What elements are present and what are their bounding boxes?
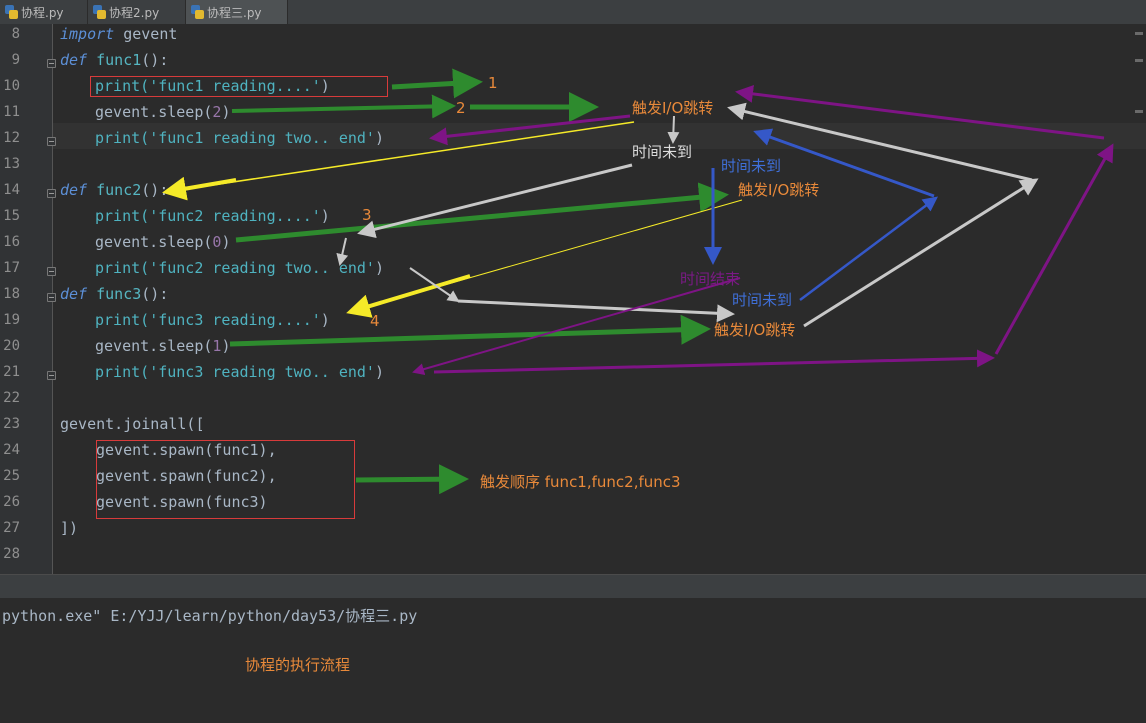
tab-xiecheng-py[interactable]: 协程.py: [0, 0, 88, 24]
code-line-17: print('func2 reading two.. end'): [95, 259, 384, 277]
line-number-gutter: 8 9 10 11 12 13 14 15 16 17 18 19 20 21 22 23 24 25 26 27 28: [0, 24, 53, 574]
scroll-marker: [1135, 110, 1143, 113]
tab-label: 协程.py: [21, 5, 64, 20]
fold-marker[interactable]: [47, 371, 56, 380]
highlight-box-print-func1: [90, 76, 388, 97]
annotation-time-not-up-blue-2: 时间未到: [732, 291, 793, 309]
line-number: 10: [3, 78, 20, 94]
line-number: 20: [3, 338, 20, 354]
line-number: 25: [3, 468, 20, 484]
annotation-trigger-io-1: 触发I/O跳转: [632, 99, 714, 117]
scroll-marker: [1135, 32, 1143, 35]
code-line-16: gevent.sleep(0): [95, 233, 231, 251]
annotation-step-2: 2: [456, 99, 466, 117]
python-file-icon: [93, 5, 106, 19]
annotation-time-not-up-blue-1: 时间未到: [721, 157, 782, 175]
code-line-19: print('func3 reading....'): [95, 311, 330, 329]
tab-xiecheng3-py[interactable]: 协程三.py: [186, 0, 288, 24]
console-command-line: python.exe" E:/YJJ/learn/python/day53/协程…: [2, 607, 418, 625]
code-line-21: print('func3 reading two.. end'): [95, 363, 384, 381]
code-line-27: ]): [60, 519, 79, 537]
fold-marker[interactable]: [47, 189, 56, 198]
fold-marker[interactable]: [47, 267, 56, 276]
line-number: 17: [3, 260, 20, 276]
line-number: 28: [3, 546, 20, 562]
code-line-23: gevent.joinall([: [60, 415, 205, 433]
code-line-15: print('func2 reading....'): [95, 207, 330, 225]
line-number: 12: [3, 130, 20, 146]
line-number: 11: [3, 104, 20, 120]
run-panel-header: [0, 574, 1146, 599]
annotation-step-1: 1: [488, 74, 498, 92]
annotation-time-ended: 时间结束: [680, 270, 741, 288]
annotation-flow-caption: 协程的执行流程: [245, 656, 351, 674]
python-file-icon: [191, 5, 204, 19]
line-number: 24: [3, 442, 20, 458]
annotation-step-4: 4: [370, 312, 380, 330]
fold-marker[interactable]: [47, 293, 56, 302]
line-number: 16: [3, 234, 20, 250]
tab-xiecheng2-py[interactable]: 协程2.py: [88, 0, 186, 24]
python-file-icon: [5, 5, 18, 19]
annotation-time-not-up-1: 时间未到: [632, 143, 693, 161]
highlight-box-spawn-calls: [96, 440, 355, 519]
code-line-8: import gevent: [60, 25, 178, 43]
line-number: 26: [3, 494, 20, 510]
code-line-18: def func3():: [60, 285, 169, 303]
code-line-9: def func1():: [60, 51, 169, 69]
scroll-marker: [1135, 59, 1143, 62]
line-number: 18: [3, 286, 20, 302]
line-number: 13: [3, 156, 20, 172]
line-number: 22: [3, 390, 20, 406]
line-number: 27: [3, 520, 20, 536]
run-console[interactable]: python.exe" E:/YJJ/learn/python/day53/协程…: [0, 598, 1146, 723]
line-number: 15: [3, 208, 20, 224]
tab-label: 协程三.py: [207, 5, 262, 20]
code-line-11: gevent.sleep(2): [95, 103, 231, 121]
line-number: 23: [3, 416, 20, 432]
line-number: 8: [11, 26, 20, 42]
annotation-trigger-order: 触发顺序 func1,func2,func3: [480, 473, 681, 491]
line-number: 19: [3, 312, 20, 328]
fold-marker[interactable]: [47, 137, 56, 146]
code-line-20: gevent.sleep(1): [95, 337, 231, 355]
annotation-trigger-io-3: 触发I/O跳转: [714, 321, 796, 339]
tab-label: 协程2.py: [109, 5, 160, 20]
annotation-step-3: 3: [362, 206, 372, 224]
line-number: 9: [11, 52, 20, 68]
code-line-12: print('func1 reading two.. end'): [95, 129, 384, 147]
annotation-trigger-io-2: 触发I/O跳转: [738, 181, 820, 199]
fold-marker[interactable]: [47, 59, 56, 68]
line-number: 14: [3, 182, 20, 198]
editor-tab-bar: 协程.py 协程2.py 协程三.py: [0, 0, 1146, 25]
line-number: 21: [3, 364, 20, 380]
code-line-14: def func2():: [60, 181, 169, 199]
